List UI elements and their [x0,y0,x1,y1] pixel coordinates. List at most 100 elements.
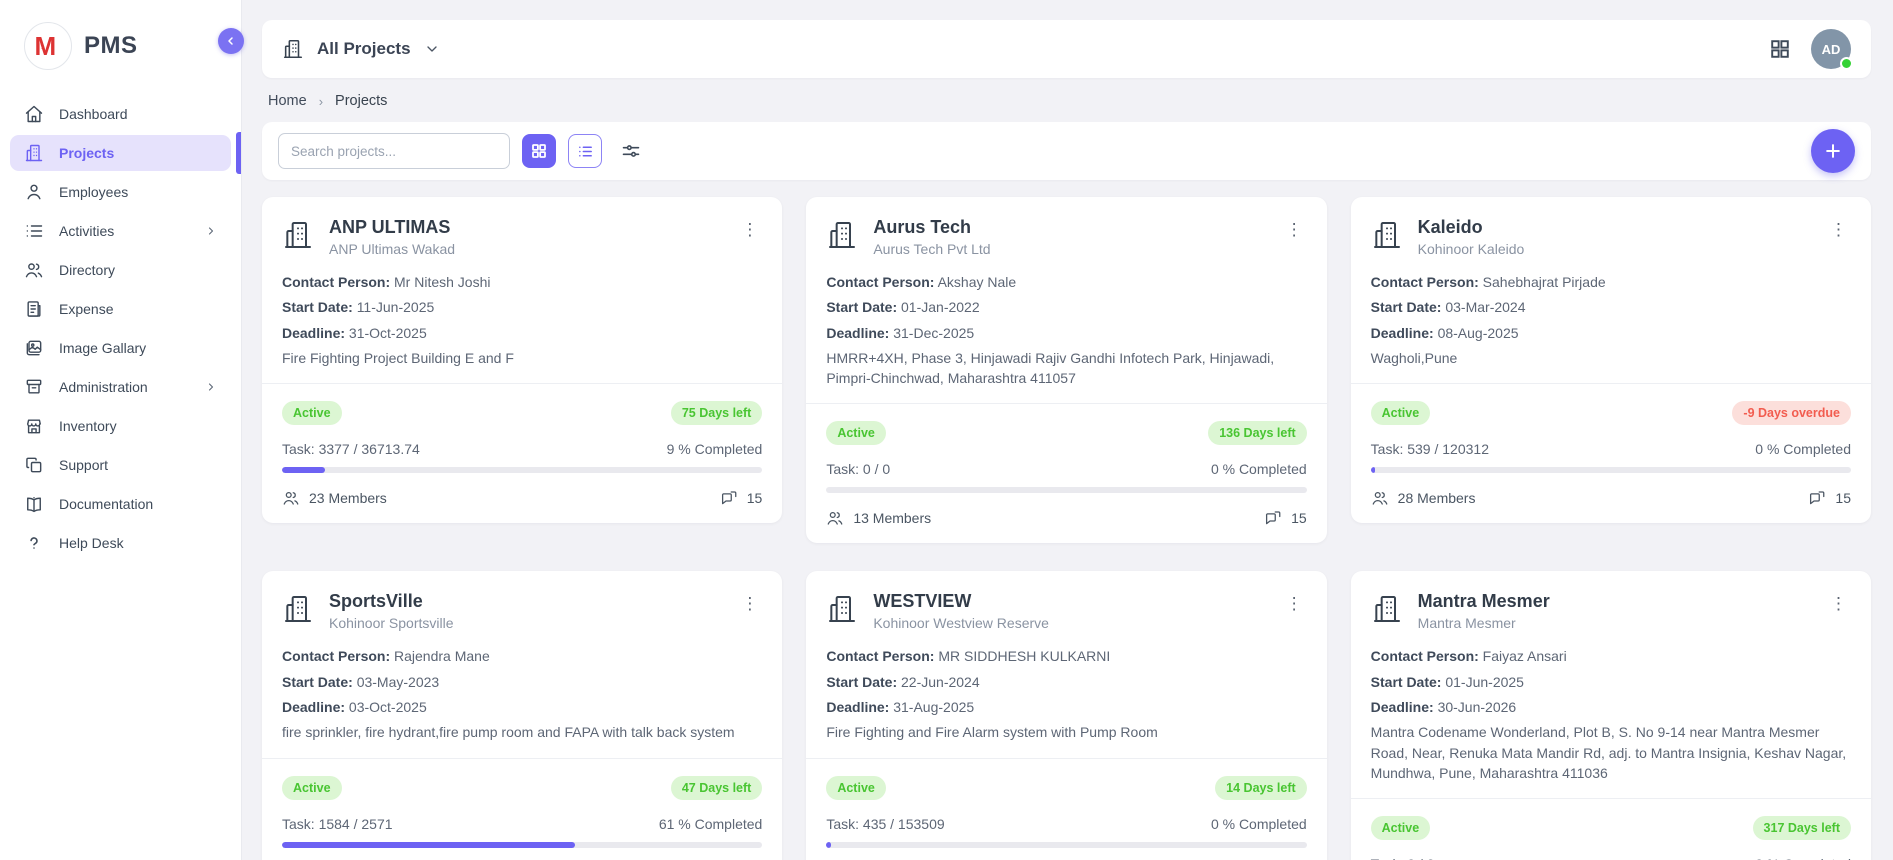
project-card[interactable]: Kaleido Kohinoor Kaleido ⋮ Contact Perso… [1351,197,1871,523]
progress-bar [826,487,1306,493]
task-count: Task: 0 / 0 [1371,856,1435,860]
add-project-button[interactable] [1811,129,1855,173]
field-label: Deadline: [282,699,345,715]
progress-bar [1371,467,1851,473]
sidebar-item-directory[interactable]: Directory [10,252,231,288]
list-view-button[interactable] [568,134,602,168]
home-icon [24,104,44,124]
task-count: Task: 435 / 153509 [826,816,944,832]
deadline-value: 31-Aug-2025 [893,699,974,715]
image-icon [24,338,44,358]
project-title: Kaleido [1418,217,1811,238]
project-card[interactable]: SportsVille Kohinoor Sportsville ⋮ Conta… [262,571,782,860]
start-date-value: 11-Jun-2025 [357,299,435,315]
project-card[interactable]: WESTVIEW Kohinoor Westview Reserve ⋮ Con… [806,571,1326,860]
sidebar-item-inventory[interactable]: Inventory [10,408,231,444]
online-status-dot [1840,57,1853,70]
logo-letter: M [35,31,56,62]
top-header: All Projects AD [262,20,1871,78]
building-icon [826,593,858,625]
sidebar-item-support[interactable]: Support [10,447,231,483]
sidebar-item-projects[interactable]: Projects [10,135,231,171]
contact-person-value: Faiyaz Ansari [1483,648,1567,664]
sidebar-item-label: Administration [59,379,148,395]
project-title: Mantra Mesmer [1418,591,1811,612]
status-badge: Active [282,401,342,425]
project-card[interactable]: ANP ULTIMAS ANP Ultimas Wakad ⋮ Contact … [262,197,782,523]
sliders-icon [621,141,641,161]
breadcrumb-home[interactable]: Home [268,93,307,109]
members-count: 28 Members [1371,489,1476,507]
sidebar-item-activities[interactable]: Activities [10,213,231,249]
days-badge: -9 Days overdue [1732,401,1851,425]
grid-view-button[interactable] [522,134,556,168]
project-card[interactable]: Mantra Mesmer Mantra Mesmer ⋮ Contact Pe… [1351,571,1871,860]
members-icon [826,509,844,527]
days-badge: 136 Days left [1208,421,1306,445]
filter-button[interactable] [614,134,648,168]
building-icon [1371,219,1403,251]
task-count: Task: 3377 / 36713.74 [282,441,420,457]
members-count: 23 Members [282,489,387,507]
days-badge: 75 Days left [671,401,762,425]
building-icon [282,593,314,625]
field-label: Start Date: [1371,299,1442,315]
card-menu-button[interactable]: ⋮ [1826,591,1851,616]
field-label: Start Date: [282,674,353,690]
app-title: PMS [84,32,138,60]
chevron-right-icon [205,225,217,237]
field-label: Contact Person: [1371,648,1479,664]
avatar-initials: AD [1822,42,1841,57]
apps-grid-icon[interactable] [1769,38,1791,60]
field-label: Contact Person: [282,648,390,664]
sidebar-item-label: Projects [59,145,114,161]
sidebar-item-expense[interactable]: Expense [10,291,231,327]
people-icon [24,260,44,280]
sidebar-item-label: Dashboard [59,106,128,122]
field-label: Deadline: [1371,699,1434,715]
chat-icon [720,489,738,507]
progress-bar [826,842,1306,848]
project-description: Fire Fighting and Fire Alarm system with… [826,722,1306,742]
start-date-value: 22-Jun-2024 [901,674,980,690]
project-subtitle: Kohinoor Westview Reserve [873,615,1266,631]
page-title: All Projects [317,39,411,59]
comments-count[interactable]: 15 [1264,509,1307,527]
store-icon [24,416,44,436]
progress-bar [282,467,762,473]
sidebar-item-employees[interactable]: Employees [10,174,231,210]
sidebar-item-dashboard[interactable]: Dashboard [10,96,231,132]
project-card[interactable]: Aurus Tech Aurus Tech Pvt Ltd ⋮ Contact … [806,197,1326,543]
card-menu-button[interactable]: ⋮ [1282,591,1307,616]
status-badge: Active [1371,401,1431,425]
card-menu-button[interactable]: ⋮ [737,217,762,242]
user-avatar[interactable]: AD [1811,29,1851,69]
status-badge: Active [1371,816,1431,840]
card-menu-button[interactable]: ⋮ [1282,217,1307,242]
card-menu-button[interactable]: ⋮ [1826,217,1851,242]
project-switcher[interactable]: All Projects [282,38,440,60]
chevron-left-icon [225,35,237,47]
sidebar-item-documentation[interactable]: Documentation [10,486,231,522]
sidebar-collapse-button[interactable] [218,28,244,54]
comments-count[interactable]: 15 [720,489,763,507]
book-icon [24,494,44,514]
card-menu-button[interactable]: ⋮ [737,591,762,616]
sidebar-item-image-gallery[interactable]: Image Gallary [10,330,231,366]
chat-icon [1808,489,1826,507]
comments-count[interactable]: 15 [1808,489,1851,507]
progress-bar [282,842,762,848]
completed-percent: 0 % Completed [1755,856,1851,860]
project-description: Fire Fighting Project Building E and F [282,348,762,368]
members-count: 13 Members [826,509,931,527]
sidebar-item-administration[interactable]: Administration [10,369,231,405]
search-input[interactable] [278,133,510,169]
divider [1351,798,1871,799]
sidebar-item-label: Help Desk [59,535,124,551]
field-label: Contact Person: [1371,274,1479,290]
field-label: Deadline: [826,699,889,715]
members-icon [1371,489,1389,507]
deadline-value: 31-Oct-2025 [349,325,427,341]
sidebar-item-help-desk[interactable]: Help Desk [10,525,231,561]
building-icon [282,38,304,60]
